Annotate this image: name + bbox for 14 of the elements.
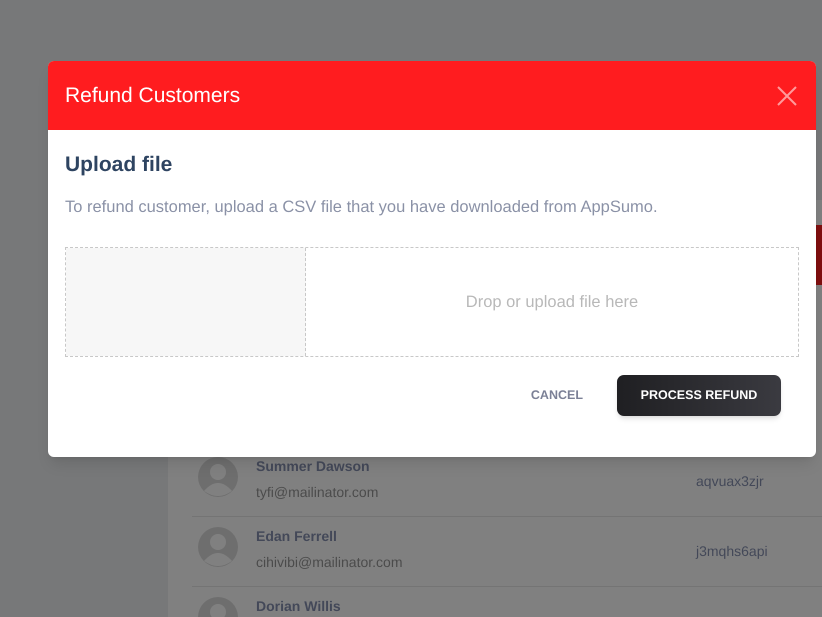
close-icon[interactable]	[775, 84, 799, 108]
process-refund-button[interactable]: PROCESS REFUND	[617, 375, 781, 416]
file-dropzone[interactable]: Drop or upload file here	[65, 247, 799, 358]
customer-name: Dorian Willis	[256, 597, 342, 615]
description-text: To refund customer, upload a CSV file that you have downloaded from AppSumo.	[65, 196, 659, 218]
dialog-title: Refund Customers	[65, 82, 240, 109]
customer-name: Summer Dawson	[256, 457, 371, 475]
cancel-button[interactable]: CANCEL	[530, 386, 583, 406]
customer-name: Edan Ferrell	[256, 527, 338, 545]
customer-code: aqvuax3zjr	[696, 472, 764, 491]
section-heading: Upload file	[65, 152, 174, 178]
avatar-icon	[198, 457, 238, 497]
dropzone-placeholder: Drop or upload file here	[466, 292, 638, 313]
customer-code: j3mqhs6api	[696, 542, 768, 561]
